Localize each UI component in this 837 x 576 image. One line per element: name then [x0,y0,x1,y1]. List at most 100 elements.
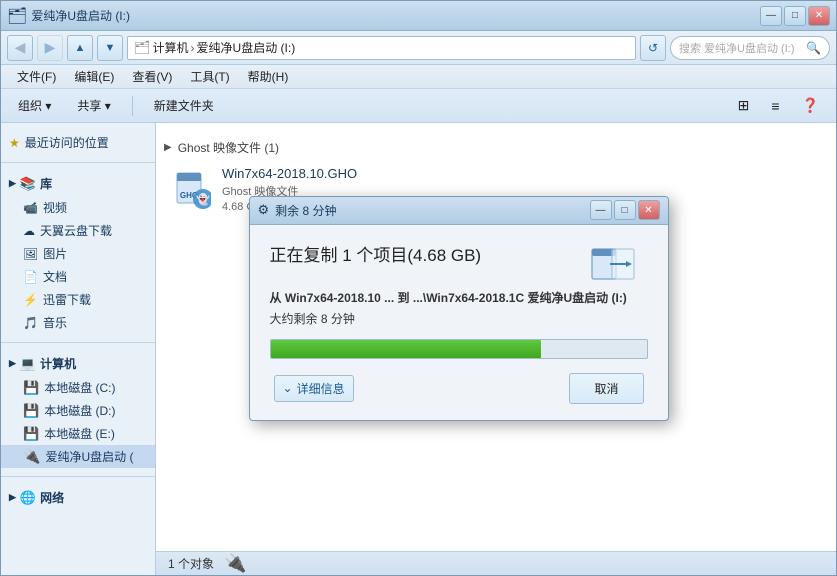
refresh-button[interactable]: ↺ [640,35,666,61]
status-bar: 1 个对象 🔌 [156,551,836,575]
music-icon: 🎵 [23,316,38,330]
back-button[interactable]: ◀ [7,35,33,61]
drive-e-icon: 💾 [23,426,39,442]
sidebar-recent-section: ★ 最近访问的位置 [1,127,155,158]
sidebar-music-label: 音乐 [43,314,67,331]
menu-bar: 文件(F) 编辑(E) 查看(V) 工具(T) 帮助(H) [1,65,836,89]
library-label: 库 [40,175,52,192]
details-toggle-button[interactable]: ⌄ 详细信息 [274,375,354,402]
dialog-minimize-button[interactable]: — [590,200,612,220]
pictures-icon: 🖼 [23,247,38,261]
toolbar-right: ⊞ ≡ ❓ [729,92,828,119]
minimize-button[interactable]: — [760,6,782,26]
maximize-button[interactable]: □ [784,6,806,26]
menu-help[interactable]: 帮助(H) [240,66,297,87]
sidebar-item-thunder[interactable]: ⚡ 迅雷下载 [1,288,155,311]
thunder-icon: ⚡ [23,293,38,307]
folder-icon: 🗂 [134,40,151,56]
file-group-header: ▶ Ghost 映像文件 (1) [164,131,828,160]
progress-bar-container [270,339,648,359]
sidebar-computer-header[interactable]: ▶ 💻 计算机 [1,351,155,376]
sidebar-item-documents[interactable]: 📄 文档 [1,265,155,288]
sidebar-library-section: ▶ 📚 库 📹 视频 ☁ 天翼云盘下载 🖼 图片 📄 [1,167,155,338]
group-label: Ghost 映像文件 (1) [178,139,279,156]
path-separator-1: › [191,41,195,55]
svg-text:👻: 👻 [196,192,210,206]
sidebar-cloud-label: 天翼云盘下载 [40,222,112,239]
sidebar-drive-d[interactable]: 💾 本地磁盘 (D:) [1,399,155,422]
dialog-content: 正在复制 1 个项目(4.68 GB) 从 Win7x64-2018.10 ..… [250,225,668,420]
usb-icon: 🔌 [23,448,40,465]
cloud-icon: ☁ [23,224,35,238]
dialog-title: 剩余 8 分钟 [275,202,336,219]
sidebar-network-section: ▶ 🌐 网络 [1,481,155,514]
sidebar-divider-2 [1,342,155,343]
recent-button[interactable]: ▼ [97,35,123,61]
sidebar-network-header[interactable]: ▶ 🌐 网络 [1,485,155,510]
destination-drive: 爱纯净U盘启动 (I:) [527,291,626,305]
help-button[interactable]: ❓ [793,92,828,119]
chevron-down-icon-2: ▶ [9,358,16,369]
dialog-close-button[interactable]: ✕ [638,200,660,220]
from-label: 从 [270,291,282,305]
menu-view[interactable]: 查看(V) [124,66,180,87]
dialog-maximize-button[interactable]: □ [614,200,636,220]
sidebar-pictures-label: 图片 [43,245,67,262]
close-button[interactable]: ✕ [808,6,830,26]
to-label: 到 [398,291,410,305]
star-icon: ★ [9,136,20,150]
to-path: ...\Win7x64-2018.1C [413,291,524,305]
sidebar-drive-e[interactable]: 💾 本地磁盘 (E:) [1,422,155,445]
title-bar: 🗂 爱纯净U盘启动 (I:) — □ ✕ [1,1,836,31]
sidebar-library-header[interactable]: ▶ 📚 库 [1,171,155,196]
new-folder-button[interactable]: 新建文件夹 [145,92,223,119]
sidebar-video-label: 视频 [43,199,67,216]
sidebar-item-pictures[interactable]: 🖼 图片 [1,242,155,265]
dialog-from-to: 从 Win7x64-2018.10 ... 到 ...\Win7x64-2018… [270,289,648,306]
sidebar-computer-section: ▶ 💻 计算机 💾 本地磁盘 (C:) 💾 本地磁盘 (D:) 💾 本地磁盘 (… [1,347,155,472]
dialog-title-bar: ⚙ 剩余 8 分钟 — □ ✕ [250,197,668,225]
network-label: 网络 [40,489,64,506]
address-path: 🗂 计算机 › 爱纯净U盘启动 (I:) [134,39,295,56]
sidebar-drive-c[interactable]: 💾 本地磁盘 (C:) [1,376,155,399]
menu-tools[interactable]: 工具(T) [182,66,237,87]
network-icon: 🌐 [20,490,36,506]
toolbar: 组织 ▾ 共享 ▾ 新建文件夹 ⊞ ≡ ❓ [1,89,836,123]
view-toggle-button[interactable]: ⊞ [729,92,759,119]
drive-d-icon: 💾 [23,403,39,419]
search-box[interactable]: 搜索 爱纯净U盘启动 (I:) 🔍 [670,36,830,60]
sidebar-recent[interactable]: ★ 最近访问的位置 [1,131,155,154]
chevron-right-icon: ▶ [9,492,16,503]
sidebar-thunder-label: 迅雷下载 [43,291,91,308]
address-box[interactable]: 🗂 计算机 › 爱纯净U盘启动 (I:) [127,36,636,60]
status-text: 1 个对象 [168,555,214,572]
path-computer: 计算机 [153,39,189,56]
view-details-button[interactable]: ≡ [762,93,788,119]
sidebar-item-video[interactable]: 📹 视频 [1,196,155,219]
video-icon: 📹 [23,201,38,215]
library-icon: 📚 [20,176,36,192]
address-bar: ◀ ▶ ▲ ▼ 🗂 计算机 › 爱纯净U盘启动 (I:) ↺ 搜索 爱纯净U盘启… [1,31,836,65]
share-button[interactable]: 共享 ▾ [68,92,119,119]
sidebar-recent-label: 最近访问的位置 [25,134,109,151]
title-bar-left: 🗂 爱纯净U盘启动 (I:) [7,6,130,26]
dialog-remaining: 大约剩余 8 分钟 [270,310,648,327]
menu-file[interactable]: 文件(F) [9,66,64,87]
dialog-title-left: ⚙ 剩余 8 分钟 [258,202,337,219]
dialog-icon: ⚙ [258,202,270,218]
path-drive: 爱纯净U盘启动 (I:) [197,39,296,56]
sidebar-divider-1 [1,162,155,163]
forward-button[interactable]: ▶ [37,35,63,61]
organize-button[interactable]: 组织 ▾ [9,92,60,119]
sidebar-item-cloud[interactable]: ☁ 天翼云盘下载 [1,219,155,242]
cancel-button[interactable]: 取消 [569,373,643,404]
sidebar-divider-3 [1,476,155,477]
menu-edit[interactable]: 编辑(E) [66,66,122,87]
up-button[interactable]: ▲ [67,35,93,61]
sidebar-usb-drive[interactable]: 🔌 爱纯净U盘启动 ( [1,445,155,468]
sidebar-usb-label: 爱纯净U盘启动 ( [45,448,133,465]
sidebar: ★ 最近访问的位置 ▶ 📚 库 📹 视频 ☁ 天翼云盘下载 [1,123,156,575]
progress-fill [271,340,542,358]
dialog-header-row: 正在复制 1 个项目(4.68 GB) [270,241,648,289]
sidebar-item-music[interactable]: 🎵 音乐 [1,311,155,334]
